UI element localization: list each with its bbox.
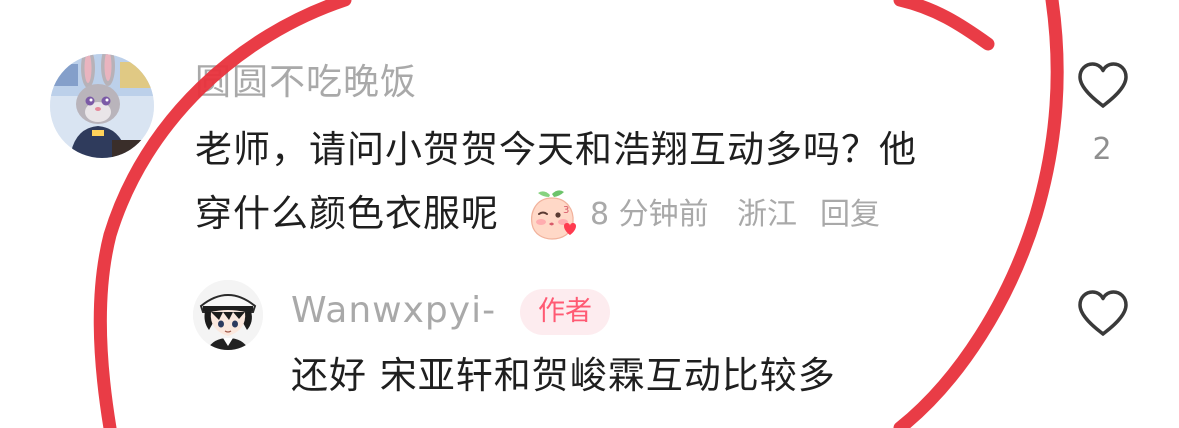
reply-author-avatar[interactable] (193, 280, 263, 350)
comment-thread: 圆圆不吃晚饭 老师，请问小贺贺今天和浩翔互动多吗？他 穿什么颜色衣服呢 3 8 … (0, 0, 1179, 428)
cartoon-rabbit-avatar-icon (50, 54, 154, 158)
anime-boy-avatar-icon (193, 280, 263, 350)
commenter-avatar[interactable] (50, 54, 154, 158)
shy-peach-emoji-icon: 3 (531, 190, 576, 240)
author-badge: 作者 (520, 289, 610, 335)
comment-region: 浙江 (737, 197, 797, 232)
heart-icon[interactable] (1076, 60, 1130, 110)
comment-text-line-1: 老师，请问小贺贺今天和浩翔互动多吗？他 (195, 128, 917, 171)
like-count: 2 (1092, 132, 1112, 167)
heart-icon[interactable] (1076, 288, 1130, 338)
comment-text-line-2: 穿什么颜色衣服呢 (195, 192, 499, 235)
reply-text: 还好 宋亚轩和贺峻霖互动比较多 (291, 354, 836, 397)
comment-time: 8 分钟前 (590, 197, 709, 232)
reply-button[interactable]: 回复 (820, 193, 880, 237)
commenter-username[interactable]: 圆圆不吃晚饭 (195, 61, 417, 105)
svg-text:3: 3 (563, 205, 569, 216)
reply-author-username[interactable]: Wanwxpyi- (291, 289, 496, 333)
